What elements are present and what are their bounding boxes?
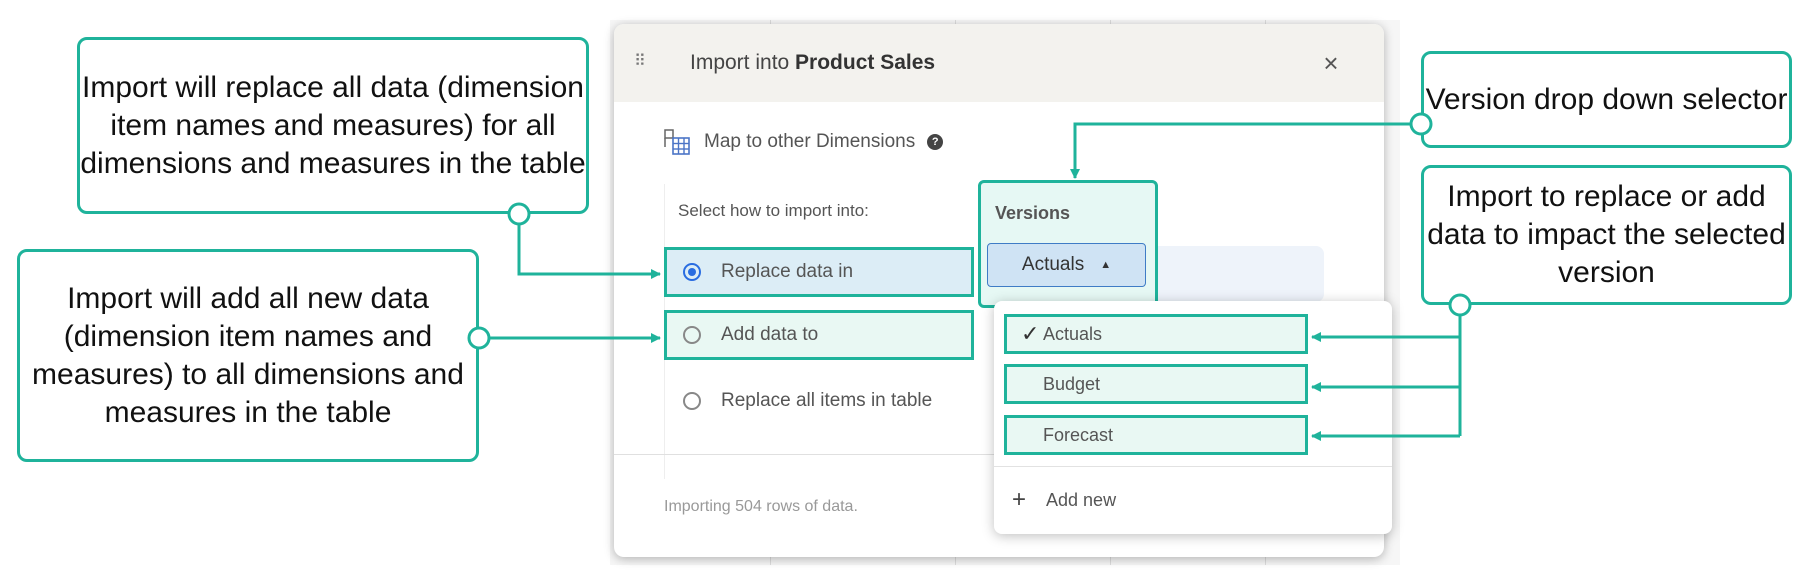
connector-dot [507, 202, 531, 226]
callout-connectors [467, 112, 1472, 441]
connector-dot [1448, 293, 1472, 317]
connector-dot [467, 326, 491, 350]
connector-dot [1409, 112, 1433, 136]
connector-replace [517, 214, 661, 279]
connector-versions [1070, 122, 1421, 179]
